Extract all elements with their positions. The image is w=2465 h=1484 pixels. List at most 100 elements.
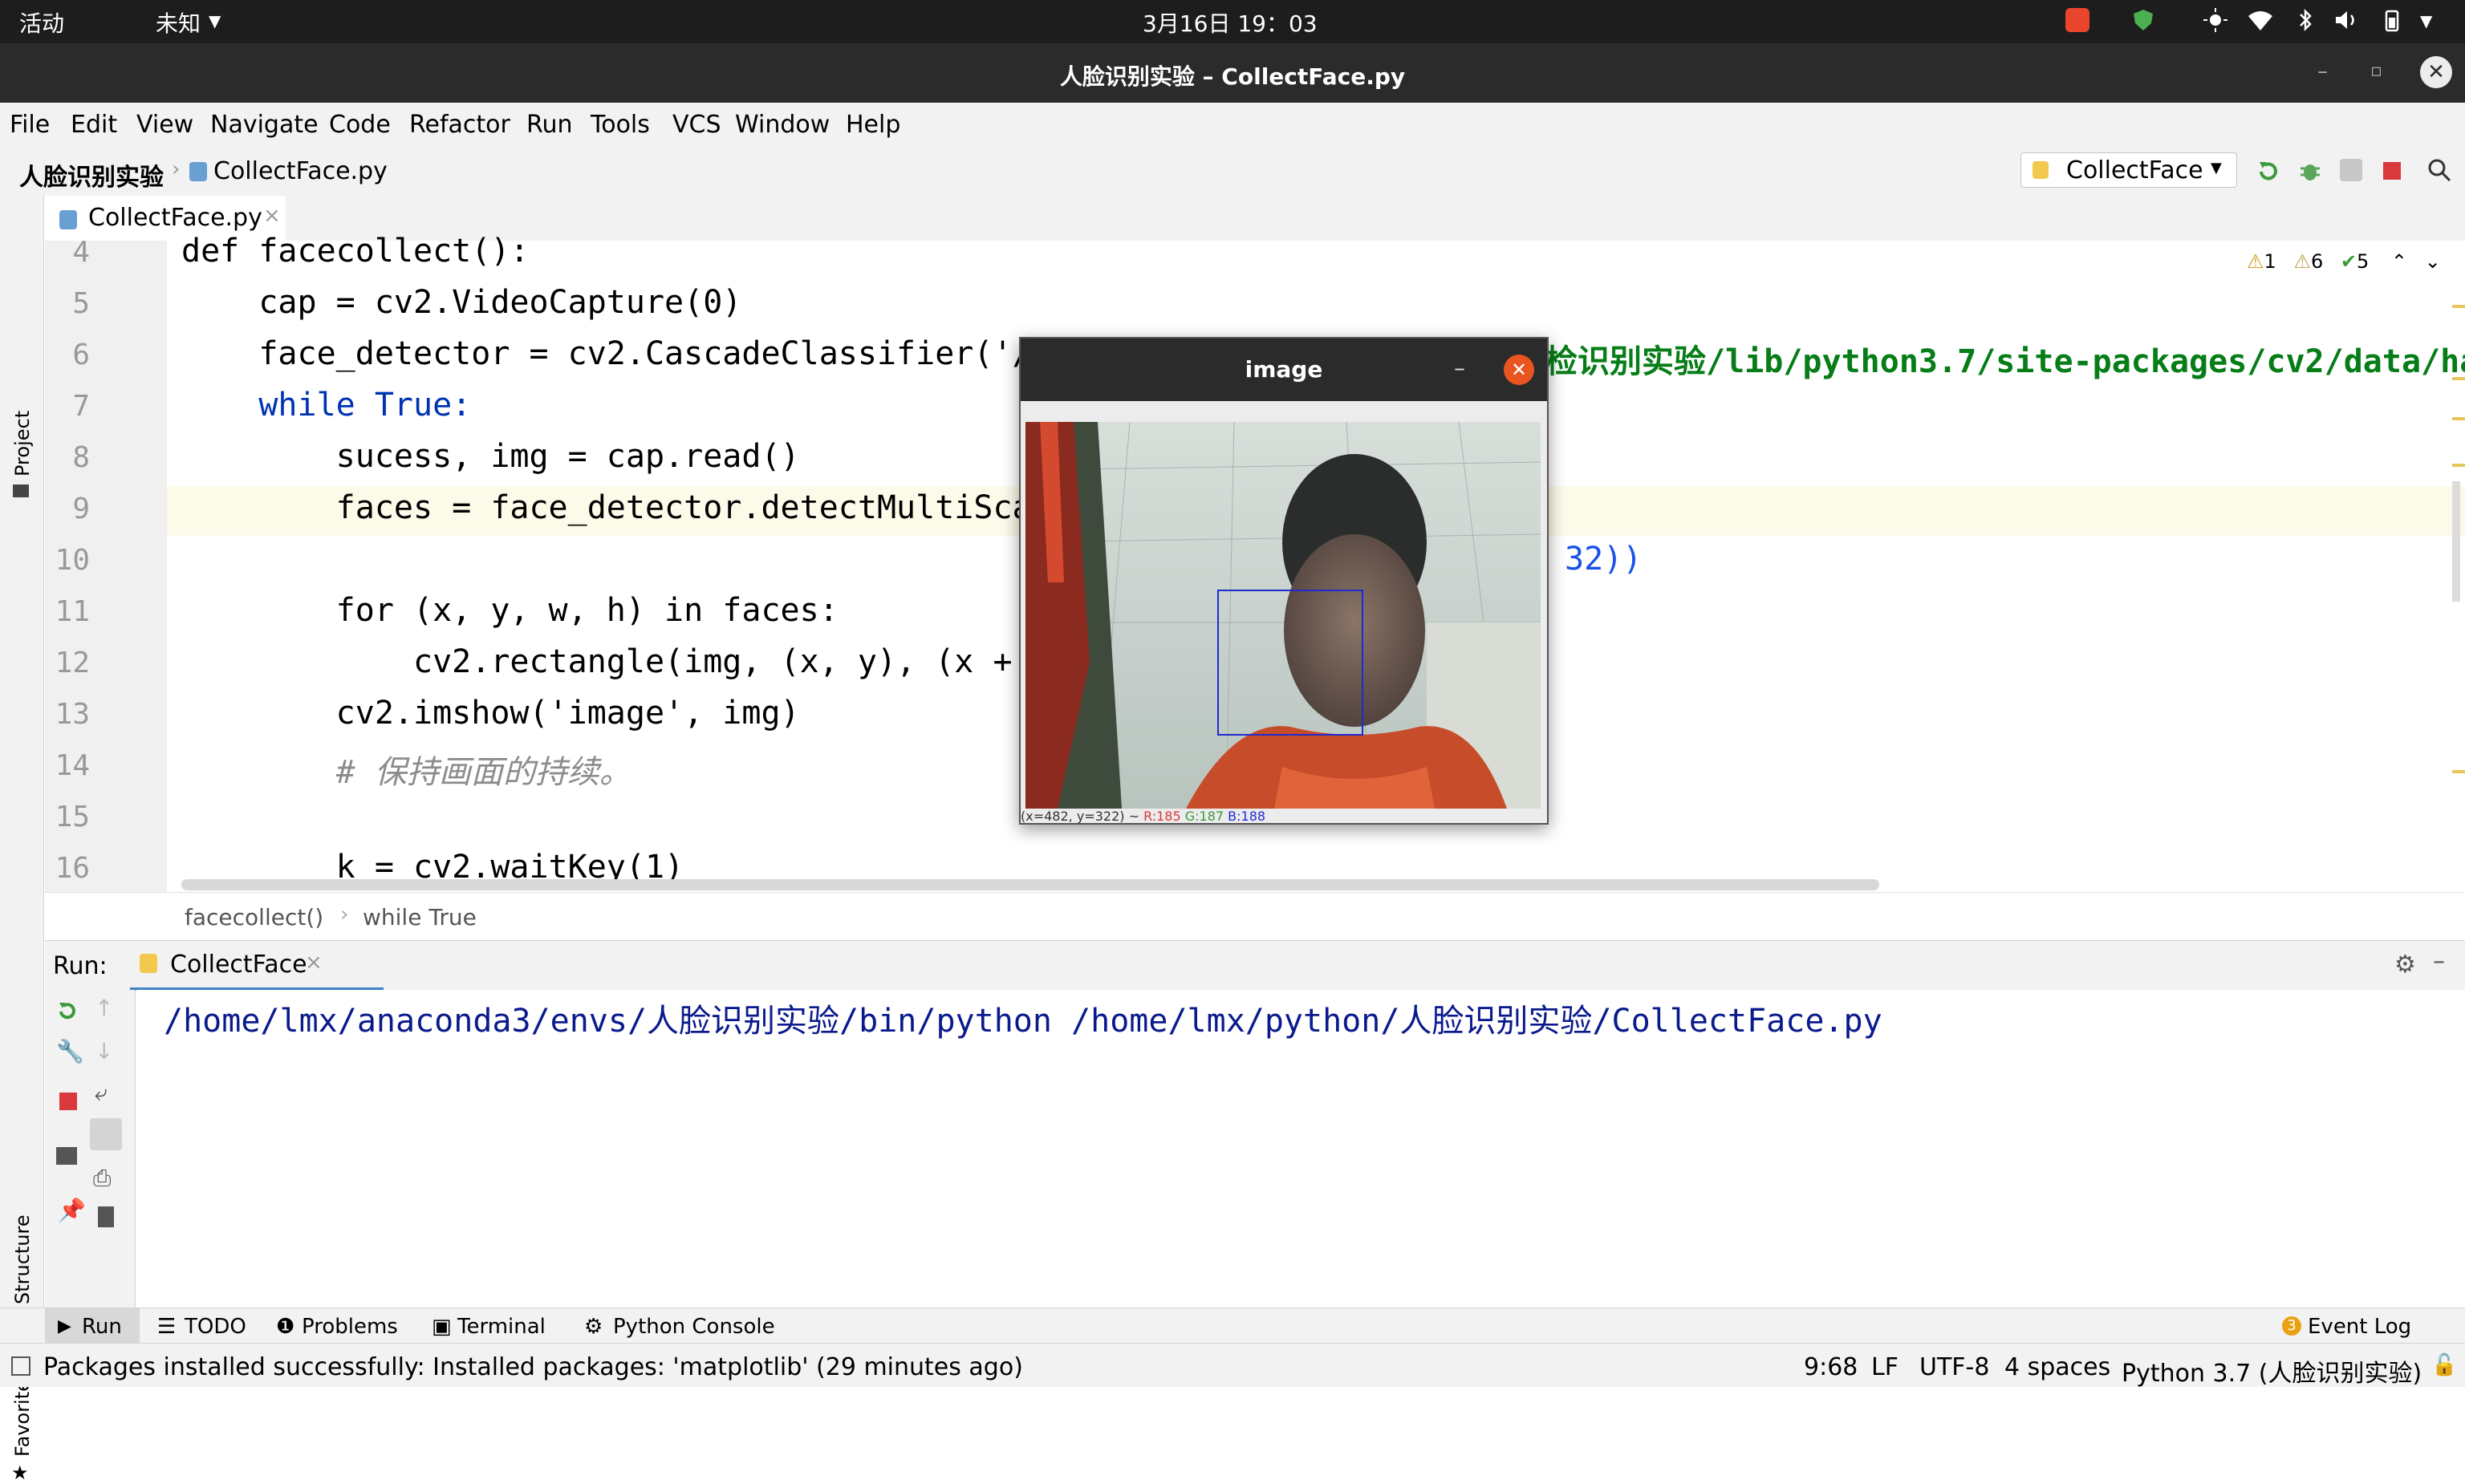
arrow-up-icon[interactable]: ↑ [95,995,113,1021]
breadcrumb-project[interactable]: 人脸识别实验 [19,157,164,193]
clock[interactable]: 3月16日 19：03 [1143,6,1318,39]
indent-setting[interactable]: 4 spaces [2004,1353,2110,1381]
python-interpreter[interactable]: Python 3.7 (人脸识别实验) [2122,1353,2422,1389]
bottom-tab-terminal[interactable]: Terminal [457,1315,546,1339]
error-stripe-marker[interactable] [2452,464,2465,467]
volume-icon[interactable] [2333,8,2357,32]
tab-close-icon[interactable]: × [263,204,281,228]
minimize-icon[interactable]: – [1454,355,1465,381]
crumb-function[interactable]: facecollect() [185,904,323,931]
close-icon[interactable]: ✕ [1504,355,1534,385]
error-stripe-marker[interactable] [2452,305,2465,308]
wifi-icon[interactable] [2247,8,2272,32]
run-label: Run: [53,952,108,980]
image-window-header[interactable]: image – ✕ [1021,339,1547,401]
horizontal-scrollbar[interactable] [181,879,1879,890]
activities-button[interactable]: 活动 [19,6,64,39]
bottom-tool-tabs: ▶ Run ☰ TODO ❶ Problems ▣ Terminal ⚙ Pyt… [0,1308,2465,1344]
menu-run[interactable]: Run [526,111,573,139]
bottom-tab-todo[interactable]: TODO [185,1315,246,1339]
menu-refactor[interactable]: Refactor [409,111,510,139]
hide-icon[interactable]: – [2433,947,2445,975]
coverage-icon[interactable] [2340,159,2362,181]
rerun-icon[interactable] [2256,159,2280,186]
code-line-tail: 检识别实验/lib/python3.7/site-packages/cv2/da… [1545,343,2465,380]
typo-icon: ✔ [2340,250,2357,273]
run-tab-label: CollectFace [170,951,307,979]
scroll-to-end-icon[interactable] [90,1118,122,1150]
navigation-bar: 人脸识别实验 › CollectFace.py CollectFace ▼ [0,146,2465,197]
search-icon[interactable] [2426,157,2452,186]
rerun-icon[interactable] [56,999,79,1025]
menu-window[interactable]: Window [735,111,830,139]
menu-file[interactable]: File [10,111,50,139]
chevron-down-icon[interactable]: ⌄ [2425,250,2441,273]
app-menu[interactable]: 未知 [156,6,201,39]
file-encoding[interactable]: UTF-8 [1919,1353,1989,1381]
status-toggle-icon[interactable] [11,1356,30,1376]
menu-help[interactable]: Help [846,111,900,139]
vertical-scrollbar[interactable] [2452,481,2460,602]
bottom-tab-python-console[interactable]: Python Console [613,1315,775,1339]
system-menu-chevron-icon[interactable]: ▼ [2420,11,2432,30]
lock-icon[interactable]: 🔓 [2431,1353,2457,1377]
menu-edit[interactable]: Edit [71,111,117,139]
webcam-frame[interactable] [1025,422,1541,809]
maximize-icon[interactable]: ▫ [2370,61,2382,81]
print-icon[interactable]: ⎙ [93,1165,111,1192]
code-line: face_detector = cv2.CascadeClassifier('/ [181,335,1032,372]
stop-icon[interactable] [2383,162,2401,180]
list-icon: ☰ [157,1315,177,1339]
layout-icon[interactable] [56,1147,77,1165]
system-top-bar: 活动 未知 ▼ 3月16日 19：03 ▼ [0,0,2465,43]
error-stripe-marker[interactable] [2452,377,2465,380]
input-method-icon[interactable] [2065,8,2089,32]
crumb-block[interactable]: while True [363,904,477,931]
brightness-icon[interactable] [2203,8,2227,32]
python-config-icon [140,954,157,973]
arrow-down-icon[interactable]: ↓ [95,1038,113,1064]
line-number: 5 [72,287,90,320]
error-stripe-marker[interactable] [2452,770,2465,773]
debug-icon[interactable] [2298,159,2322,186]
line-number: 14 [55,749,90,782]
run-config-selector[interactable]: CollectFace ▼ [2020,152,2237,188]
menu-tools[interactable]: Tools [591,111,650,139]
gear-icon[interactable]: ⚙ [2394,951,2416,979]
menu-vcs[interactable]: VCS [672,111,721,139]
menu-navigate[interactable]: Navigate [210,111,319,139]
trash-icon[interactable] [98,1206,114,1227]
chevron-up-icon[interactable]: ⌃ [2391,250,2407,273]
close-icon[interactable]: ✕ [2420,56,2452,88]
pin-icon[interactable]: 📌 [58,1197,86,1223]
bluetooth-icon[interactable] [2293,8,2317,32]
run-console[interactable]: /home/lmx/anaconda3/envs/人脸识别实验/bin/pyth… [136,990,2465,1308]
run-tab-close-icon[interactable]: × [305,951,323,975]
line-number: 12 [55,647,90,679]
inspection-widget[interactable]: ⚠1 ⚠6 ✔5 ⌃ ⌄ [2247,250,2441,273]
caret-position[interactable]: 9:68 [1804,1353,1858,1381]
breadcrumb-file[interactable]: CollectFace.py [213,157,388,185]
menu-view[interactable]: View [136,111,193,139]
shield-icon[interactable] [2131,8,2155,32]
run-tab-collectface[interactable]: CollectFace × [130,941,384,991]
soft-wrap-icon[interactable]: ⤶ [95,1080,108,1107]
stop-icon[interactable] [59,1093,77,1110]
bottom-tab-problems[interactable]: Problems [302,1315,398,1339]
line-separator[interactable]: LF [1871,1353,1898,1381]
menu-code[interactable]: Code [329,111,391,139]
project-tool-tab[interactable]: Project [11,411,34,476]
window-title: 人脸识别实验 – CollectFace.py [1059,63,1406,90]
wrench-icon[interactable]: 🔧 [56,1038,84,1064]
image-window[interactable]: image – ✕ (x=482, y=322) ~ R:185 G:187 B… [1019,337,1549,825]
battery-icon[interactable] [2380,8,2404,32]
structure-tool-tab[interactable]: Structure [11,1214,34,1304]
line-number: 7 [72,390,90,423]
status-message[interactable]: Packages installed successfully: Install… [43,1353,1023,1381]
line-number: 8 [72,441,90,474]
minimize-icon[interactable]: – [2317,59,2328,83]
bottom-tab-event-log[interactable]: Event Log [2308,1315,2411,1339]
run-toolbar: ↑ 🔧 ↓ ⤶ ⎙ 📌 [45,990,136,1308]
bottom-tab-run[interactable]: ▶ Run [45,1308,140,1344]
error-stripe-marker[interactable] [2452,417,2465,420]
